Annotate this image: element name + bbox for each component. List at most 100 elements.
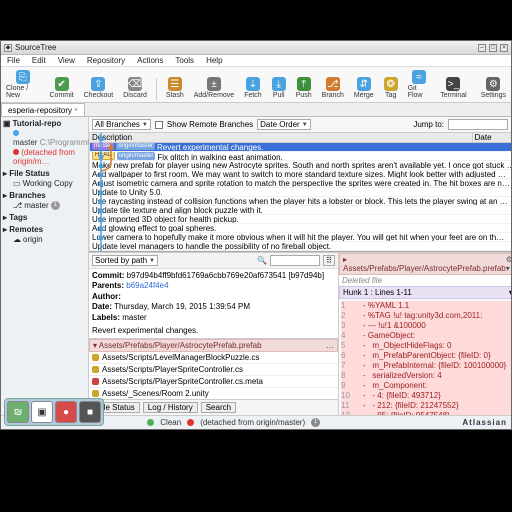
file-status-icon: [92, 366, 99, 373]
commit-row[interactable]: Add glowing effect to goal spheres.27 Fe…: [90, 224, 511, 233]
fetch-icon: ⇣: [246, 77, 260, 91]
dock-app-2[interactable]: ▣: [31, 401, 53, 423]
commit-row[interactable]: Use imported 3D object for health pickup…: [90, 215, 511, 224]
terminal-button[interactable]: >_Terminal: [437, 76, 469, 100]
hunk-header: Hunk 1 : Lines 1-11 ▾: [339, 286, 511, 299]
menu-view[interactable]: View: [56, 56, 77, 65]
parent-link[interactable]: b69a24f4e4: [126, 281, 168, 290]
diff-body[interactable]: 1- %YAML 1.12- %TAG !u! tag:unity3d.com,…: [339, 299, 511, 415]
push-button[interactable]: ⤒Push: [293, 76, 315, 100]
commit-row[interactable]: Use raycasting instead of collision func…: [90, 197, 511, 206]
changed-file-item[interactable]: Assets/Scripts/PlayerSpriteController.cs: [89, 364, 338, 376]
diff-line: 11- - 212: {fileID: 21247552}: [341, 401, 511, 411]
dock-record[interactable]: ●: [55, 401, 77, 423]
options-icon[interactable]: ⠿: [323, 255, 335, 266]
add-remove-icon: ±: [207, 77, 221, 91]
clone-new-icon: ⎘: [16, 70, 30, 84]
log-history-tab[interactable]: Log / History: [143, 402, 198, 413]
changed-file-item[interactable]: Assets/Scripts/LevelManagerBlockPuzzle.c…: [89, 352, 338, 364]
file-search-input[interactable]: [270, 255, 320, 266]
menu-repository[interactable]: Repository: [85, 56, 127, 65]
hunk-toggle-icon[interactable]: ▾: [509, 288, 511, 297]
show-remote-label: Show Remote Branches: [167, 120, 253, 129]
commit-graph: [89, 133, 123, 251]
terminal-icon: >_: [446, 77, 460, 91]
pull-icon: ⤓: [272, 77, 286, 91]
working-copy-item[interactable]: ▭ Working Copy: [3, 179, 86, 188]
sort-select[interactable]: Sorted by path▼: [92, 255, 158, 266]
commit-row[interactable]: Update to Unity 5.0.11 Mar 2015 18:21Pau…: [90, 188, 511, 197]
window-close[interactable]: ×: [500, 44, 508, 52]
repo-heading[interactable]: ▣ Tutorial-repo: [3, 119, 86, 128]
detail-area: Sorted by path▼ 🔍 ⠿ Commit: b97d94b4ff9b…: [89, 252, 511, 415]
detail-left: Sorted by path▼ 🔍 ⠿ Commit: b97d94b4ff9b…: [89, 253, 339, 415]
menu-edit[interactable]: Edit: [30, 56, 48, 65]
detail-right: ▸ Assets/Prefabs/Player/AstrocytePrefab.…: [339, 253, 511, 415]
commit-row[interactable]: Make new prefab for player using new Ast…: [90, 161, 511, 170]
gear-icon[interactable]: ⚙ ▾: [506, 255, 511, 273]
menu-tools[interactable]: Tools: [173, 56, 196, 65]
diff-line: 8- serializedVersion: 4: [341, 371, 511, 381]
diff-line: 6- m_PrefabParentObject: {fileID: 0}: [341, 351, 511, 361]
gitflow-icon: ≈: [412, 70, 426, 84]
taskbar-dock: ₪▣●■: [4, 398, 104, 426]
tag-button[interactable]: ❂Tag: [381, 76, 401, 100]
sidebar: ▣ Tutorial-repo master C:\Programming\Tu…: [1, 117, 89, 415]
commit-row[interactable]: Update tile texture and align block puzz…: [90, 206, 511, 215]
branch-button[interactable]: ⎇Branch: [319, 76, 347, 100]
commit-row[interactable]: Adjust isometric camera and sprite rotat…: [90, 179, 511, 188]
jump-to-input[interactable]: [448, 119, 508, 130]
discard-button[interactable]: ⌫Discard: [120, 76, 150, 100]
detached-head-item[interactable]: (detached from origin/m…: [3, 148, 86, 166]
close-icon[interactable]: ×: [74, 107, 78, 114]
merge-button[interactable]: ⇵Merge: [351, 76, 377, 100]
stash-button[interactable]: ☰Stash: [163, 76, 187, 100]
search-tab[interactable]: Search: [201, 402, 236, 413]
changed-file-item[interactable]: Assets/_Scenes/Room 2.unity: [89, 388, 338, 399]
branch-master-item[interactable]: ⎇ master 1: [3, 201, 86, 210]
file-header-more[interactable]: …: [326, 341, 334, 350]
bottom-tabs: File Status Log / History Search: [89, 399, 338, 415]
dock-stop[interactable]: ■: [79, 401, 101, 423]
fetch-button[interactable]: ⇣Fetch: [241, 76, 265, 100]
section-file-status[interactable]: ▸ File Status: [3, 169, 86, 178]
section-branches[interactable]: ▸ Branches: [3, 191, 86, 200]
window-min[interactable]: –: [478, 44, 486, 52]
add-remove-button[interactable]: ±Add/Remove: [191, 76, 237, 100]
commit-row[interactable]: masterorigin/masterRevert experimental c…: [90, 143, 511, 152]
menu-help[interactable]: Help: [204, 56, 224, 65]
checkout-button[interactable]: ⇪Checkout: [81, 76, 117, 100]
settings-button[interactable]: ⚙Settings: [478, 76, 509, 100]
behind-badge: 1: [311, 418, 320, 427]
commit-button[interactable]: ✔Commit: [47, 76, 77, 100]
order-select[interactable]: Date Order▼: [257, 119, 311, 130]
commit-message: Revert experimental changes.: [92, 326, 335, 336]
commit-row[interactable]: HEADorigin/masterFix glitch in walking e…: [90, 152, 511, 161]
repo-tab[interactable]: esperia-repository ×: [1, 103, 85, 116]
repo-branch-master[interactable]: master C:\Programming\Tutor: [3, 129, 86, 147]
menu-file[interactable]: File: [5, 56, 22, 65]
pull-button[interactable]: ⤓Pull: [269, 76, 289, 100]
branch-filter-select[interactable]: All Branches▼: [92, 119, 151, 130]
col-description[interactable]: Description: [90, 133, 473, 142]
changed-files: ▾ Assets/Prefabs/Player/AstrocytePrefab.…: [89, 339, 338, 399]
diff-line: 7- m_PrefabInternal: {fileID: 100100000}: [341, 361, 511, 371]
window-max[interactable]: □: [489, 44, 497, 52]
clone-new-button[interactable]: ⎘Clone / New: [3, 69, 43, 100]
commit-row[interactable]: Update level managers to handle the poss…: [90, 242, 511, 251]
settings-icon: ⚙: [486, 77, 500, 91]
changed-file-item[interactable]: Assets/Scripts/PlayerSpriteController.cs…: [89, 376, 338, 388]
commit-row[interactable]: Add wallpaper to first room. We may want…: [90, 170, 511, 179]
dock-app-1[interactable]: ₪: [7, 401, 29, 423]
commit-row[interactable]: Lower camera to hopefully make it more o…: [90, 233, 511, 242]
detached-icon: [13, 149, 19, 155]
menu-actions[interactable]: Actions: [135, 56, 165, 65]
gitflow-button[interactable]: ≈Git Flow: [405, 69, 434, 100]
col-date[interactable]: Date: [473, 133, 511, 142]
file-group-header[interactable]: ▾ Assets/Prefabs/Player/AstrocytePrefab.…: [89, 339, 338, 352]
section-tags[interactable]: ▸ Tags: [3, 213, 86, 222]
show-remote-checkbox[interactable]: [155, 121, 163, 129]
remote-origin-item[interactable]: ☁ origin: [3, 235, 86, 244]
section-remotes[interactable]: ▸ Remotes: [3, 225, 86, 234]
title-bar: ◆ SourceTree – □ ×: [1, 41, 511, 55]
